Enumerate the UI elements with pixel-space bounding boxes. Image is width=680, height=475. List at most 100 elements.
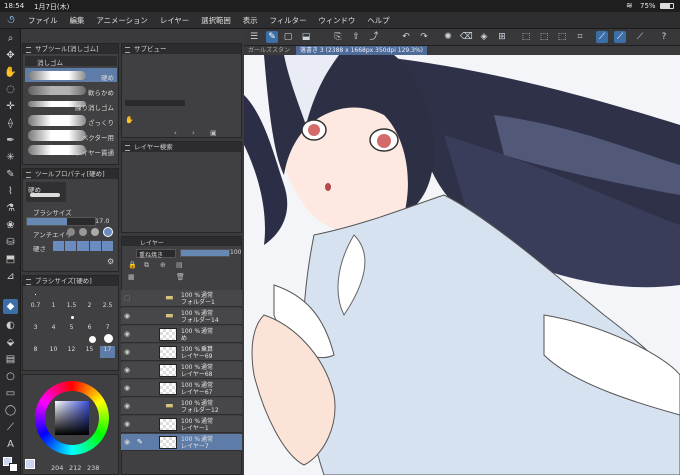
size-cell[interactable]: 1.5	[64, 302, 79, 314]
subtool-item-vector[interactable]: ベクター用	[25, 128, 117, 142]
operation-icon[interactable]: ✛	[3, 99, 18, 114]
color-g-value[interactable]: 212	[69, 464, 81, 472]
subtool-item-kneaded[interactable]: 練り消しゴム	[25, 98, 117, 112]
blend-icon[interactable]: ◐	[3, 318, 18, 333]
document-tab-girls[interactable]: ガールズスタン	[244, 46, 294, 55]
fill-bucket-icon[interactable]: ⬙	[3, 335, 18, 350]
layer-lock-icon[interactable]: 🔒	[128, 261, 137, 269]
visibility-icon[interactable]: ◉	[124, 420, 132, 428]
figure-icon[interactable]: ⛁	[3, 235, 18, 250]
menu-animation[interactable]: アニメーション	[90, 15, 153, 26]
opacity-slider[interactable]	[180, 249, 230, 257]
open-icon[interactable]: ⎘	[332, 31, 344, 43]
app-logo-icon[interactable]: ૭	[0, 13, 22, 27]
subtool-item-hard[interactable]: 硬め	[25, 68, 117, 82]
hand-icon[interactable]: ✋	[3, 65, 18, 80]
lasso-icon[interactable]: ◌	[3, 82, 18, 97]
menu-filter[interactable]: フィルター	[264, 15, 313, 26]
layer-row[interactable]: ◉ 100 % 通常 め	[121, 326, 242, 343]
visibility-icon[interactable]: ▢	[124, 294, 132, 302]
size-cell[interactable]: 2.5	[100, 302, 115, 314]
size-cell[interactable]: 0.7	[28, 302, 43, 314]
undo-icon[interactable]: ↶	[400, 31, 412, 43]
decoration-icon[interactable]: ❀	[3, 218, 18, 233]
antialias-selector[interactable]	[67, 227, 117, 237]
subview-image-icon[interactable]: ▣	[210, 129, 217, 137]
select-all-icon[interactable]: ⬚	[520, 31, 532, 43]
crop-icon[interactable]: ⌗	[574, 31, 586, 43]
hardness-selector[interactable]	[53, 241, 114, 251]
brush-size-value[interactable]: 17.0	[95, 217, 109, 225]
subtool-item-through-layer[interactable]: レイヤー貫通	[25, 143, 117, 157]
grid-icon[interactable]: ⟋	[634, 31, 646, 43]
size-cell[interactable]: 2	[82, 302, 97, 314]
eraser-icon[interactable]: ◆	[3, 299, 18, 314]
layer-row[interactable]: ◉ 100 % 通常 レイヤー68	[121, 362, 242, 379]
layer-color-icon[interactable]: ▦	[128, 273, 135, 281]
layer-row[interactable]: ◉ ▬ 100 % 通常 フォルダー14	[121, 308, 242, 325]
subtool-item-soft[interactable]: 軟らかめ	[25, 83, 117, 97]
color-wheel[interactable]	[35, 381, 109, 455]
redo-icon[interactable]: ↷	[418, 31, 430, 43]
save-icon[interactable]: ⬓	[300, 31, 312, 43]
brush-size-slider[interactable]	[26, 217, 96, 226]
menu-toggle-icon[interactable]: ☰	[248, 31, 260, 43]
pencil-icon[interactable]: ✎	[3, 167, 18, 182]
layer-ref-icon[interactable]: ⊕	[160, 261, 166, 269]
brush-icon[interactable]: ⌇	[3, 184, 18, 199]
size-cell[interactable]: 12	[64, 346, 79, 358]
size-cell[interactable]: 15	[82, 346, 97, 358]
subview-slider[interactable]	[125, 100, 185, 106]
layer-row[interactable]: ◉ ▬ 100 % 通常 フォルダー12	[121, 398, 242, 415]
menu-layer[interactable]: レイヤー	[154, 15, 195, 26]
layer-row-selected[interactable]: ◉ ✎ 100 % 通常 レイヤー7	[121, 434, 242, 451]
visibility-icon[interactable]: ◉	[124, 438, 132, 446]
transform-icon[interactable]: ⊞	[496, 31, 508, 43]
size-cell[interactable]: 10	[46, 346, 61, 358]
tool-preset-box[interactable]: 硬め	[26, 182, 66, 202]
color-r-value[interactable]: 204	[51, 464, 63, 472]
size-cell[interactable]: 4	[46, 324, 61, 336]
visibility-icon[interactable]: ◉	[124, 384, 132, 392]
stamp-icon[interactable]: ⬒	[3, 252, 18, 267]
layer-new-icon[interactable]: ▤	[176, 261, 183, 269]
text-icon[interactable]: A	[3, 437, 18, 452]
subview-prev-icon[interactable]: ‹	[174, 129, 177, 137]
layer-delete-icon[interactable]: 🗑	[176, 273, 185, 281]
brush-mode-icon[interactable]: ✎	[266, 31, 278, 43]
visibility-icon[interactable]: ◉	[124, 402, 132, 410]
layer-row[interactable]: ◉ 100 % 通常 レイヤー67	[121, 380, 242, 397]
snap-special-ruler-icon[interactable]: ⟋	[614, 31, 626, 43]
snap-ruler-icon[interactable]: ⟋	[596, 31, 608, 43]
ruler-icon[interactable]: ⊿	[3, 269, 18, 284]
sparkle-icon[interactable]: ✳	[3, 150, 18, 165]
size-cell[interactable]: 5	[64, 324, 79, 336]
layer-clip-icon[interactable]: ⧉	[144, 261, 149, 270]
menu-file[interactable]: ファイル	[22, 15, 64, 26]
layer-tab[interactable]: レイヤー	[140, 238, 164, 247]
size-cell[interactable]: 17	[100, 346, 115, 358]
line-icon[interactable]: ⟋	[3, 420, 18, 435]
frame-icon[interactable]: ▭	[3, 386, 18, 401]
subview-next-icon[interactable]: ›	[192, 129, 195, 137]
subview-hand-icon[interactable]: ✋	[125, 116, 134, 124]
fill-icon[interactable]: ◈	[478, 31, 490, 43]
menu-help[interactable]: ヘルプ	[361, 15, 395, 26]
layer-row[interactable]: ◉ 100 % 通常 レイヤー1	[121, 416, 242, 433]
color-b-value[interactable]: 238	[87, 464, 99, 472]
visibility-icon[interactable]: ◉	[124, 330, 132, 338]
help-icon[interactable]: ?	[658, 31, 670, 43]
menu-view[interactable]: 表示	[237, 15, 264, 26]
visibility-icon[interactable]: ◉	[124, 312, 132, 320]
layer-row[interactable]: ◉ 100 % 乗算 レイヤー69	[121, 344, 242, 361]
menu-edit[interactable]: 編集	[64, 15, 91, 26]
tool-settings-icon[interactable]: ⚙	[107, 257, 114, 266]
clear-icon[interactable]: ⌫	[460, 31, 473, 43]
pen-icon[interactable]: ✒	[3, 133, 18, 148]
eyedropper-icon[interactable]: ⟠	[3, 116, 18, 131]
airbrush-icon[interactable]: ⚗	[3, 201, 18, 216]
move-icon[interactable]: ✥	[3, 48, 18, 63]
document-tab-sketch[interactable]: 落書き 3 (2388 x 1668px 350dpi 129.3%)	[296, 46, 428, 55]
new-canvas-icon[interactable]: ▢	[282, 31, 294, 43]
menu-selection[interactable]: 選択範囲	[195, 15, 237, 26]
